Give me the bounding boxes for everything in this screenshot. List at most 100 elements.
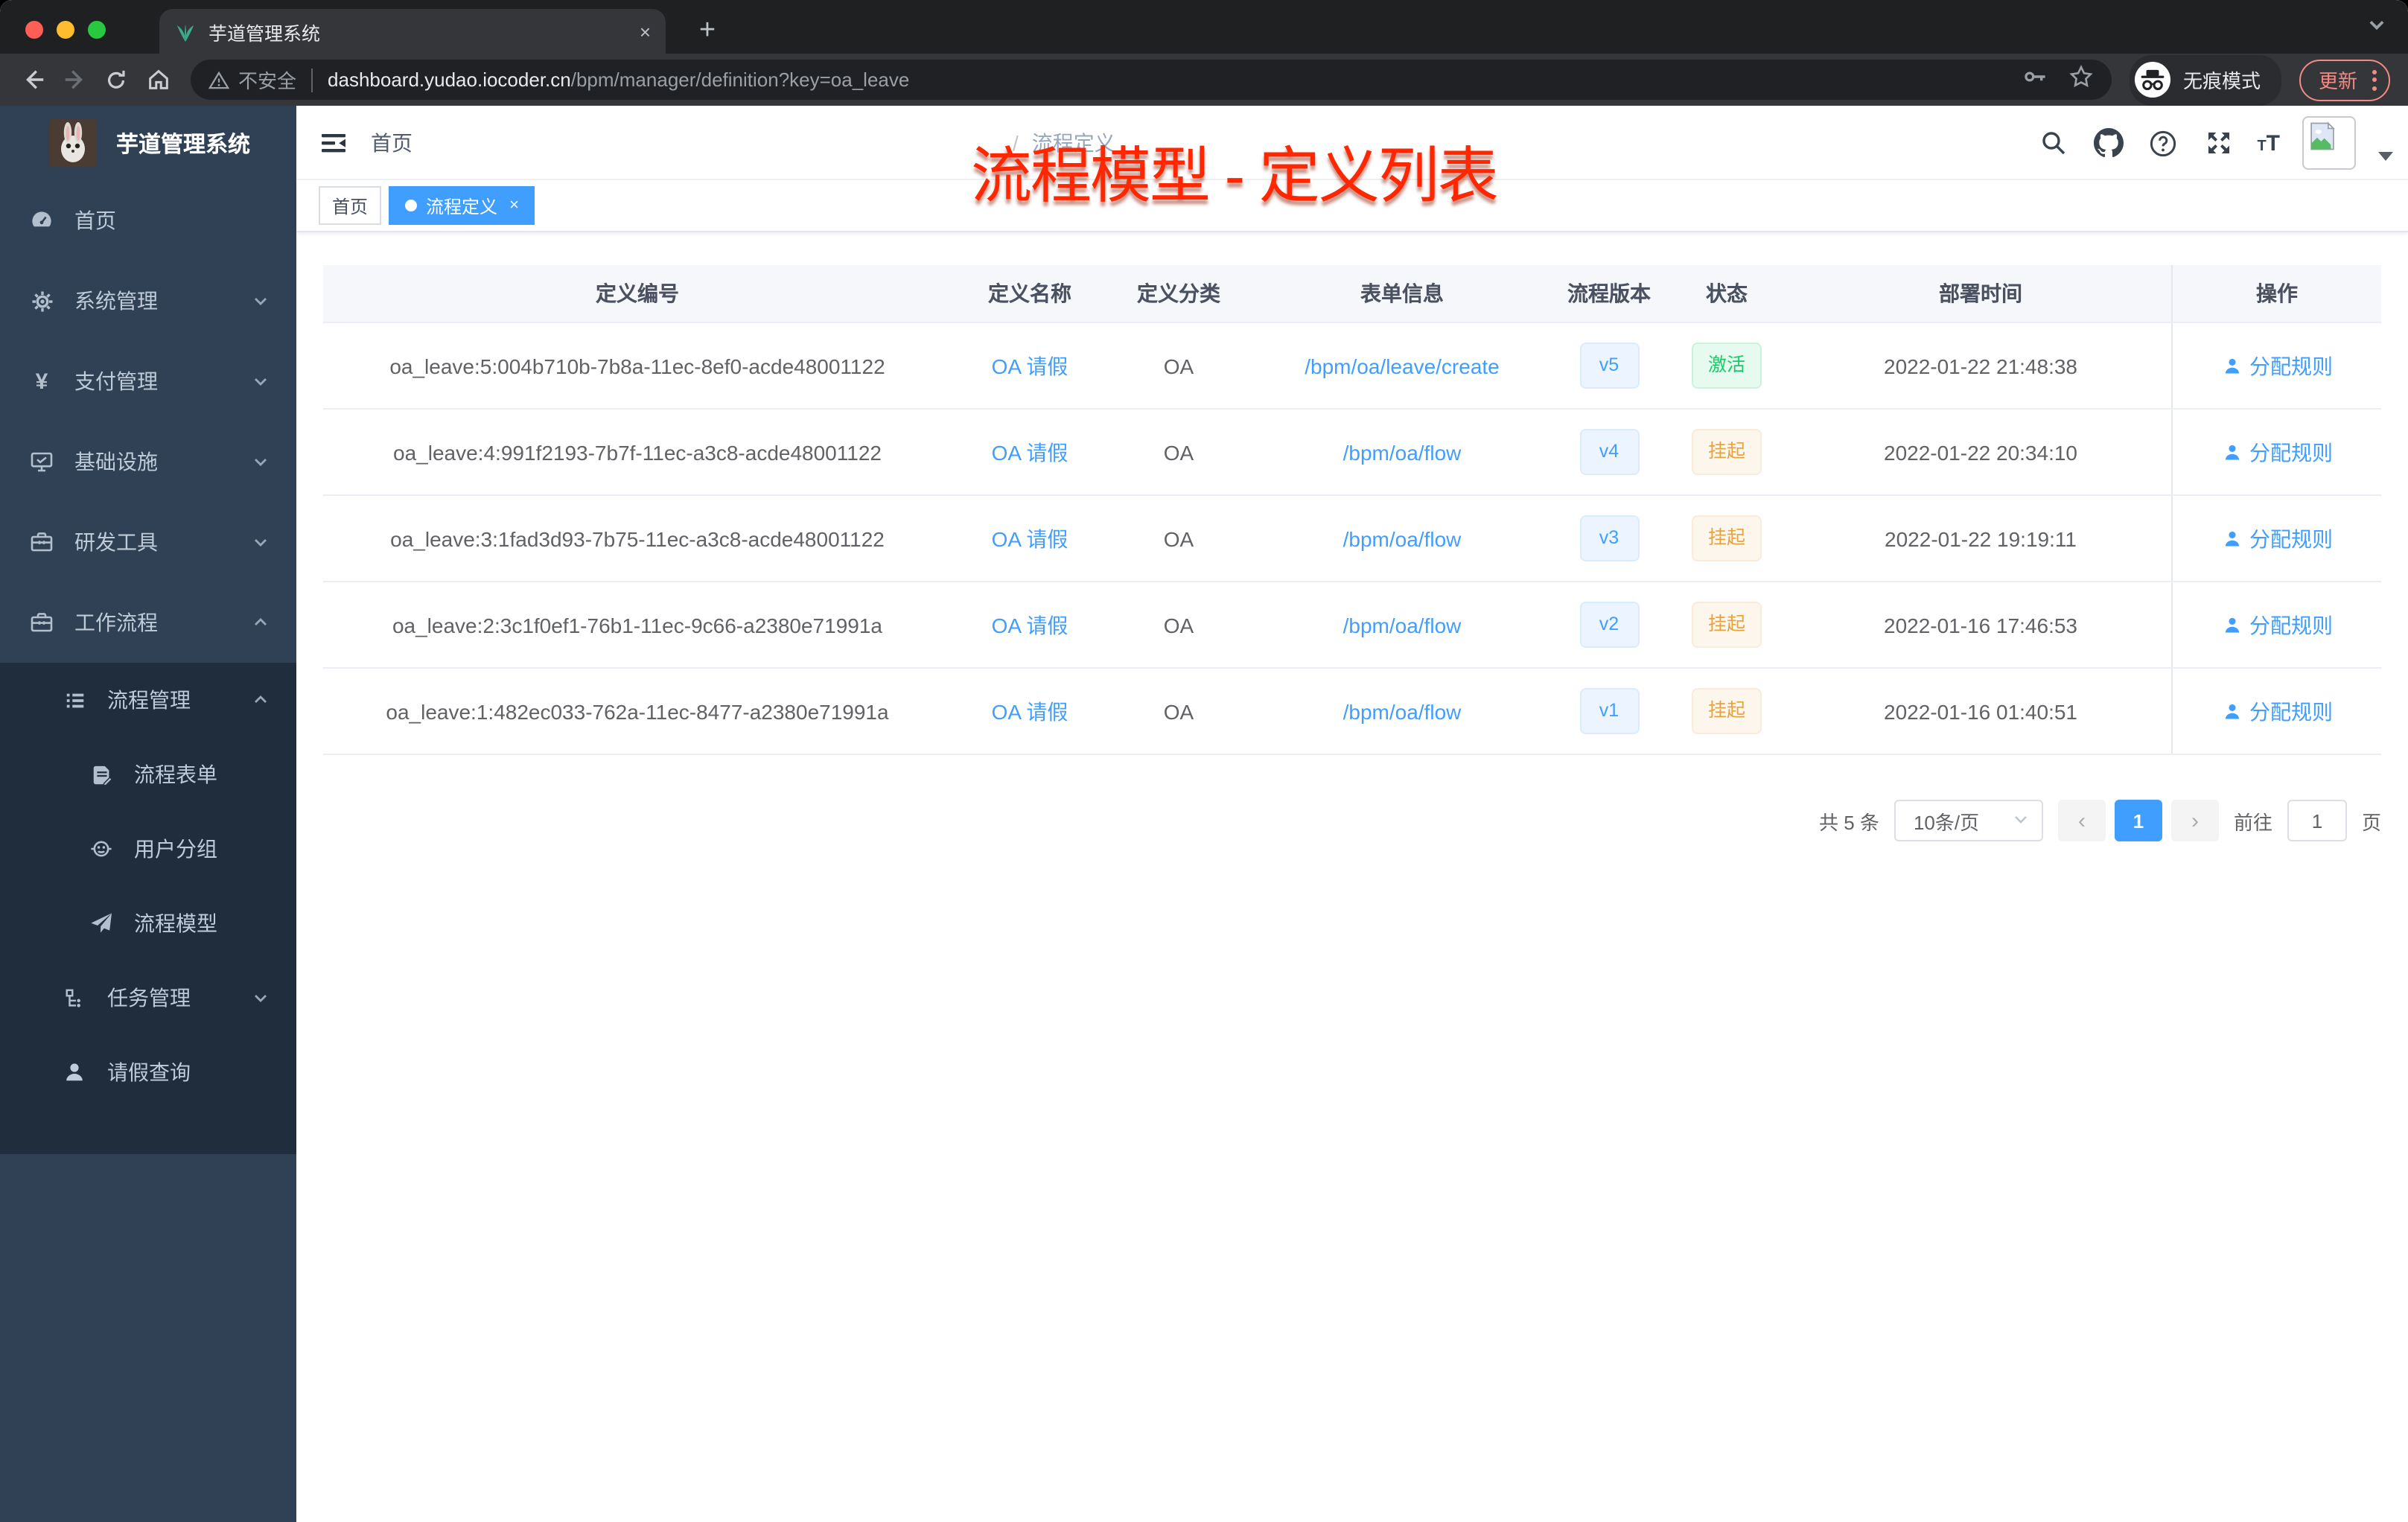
home-button[interactable] [137, 59, 179, 101]
new-tab-button[interactable]: + [688, 12, 727, 51]
form-link[interactable]: /bpm/oa/flow [1343, 526, 1462, 550]
form-link[interactable]: /bpm/oa/flow [1343, 440, 1462, 464]
form-link[interactable]: /bpm/oa/flow [1343, 699, 1462, 723]
not-secure-label[interactable]: 不安全 [238, 66, 296, 94]
fullscreen-icon[interactable] [2202, 127, 2235, 159]
page-size-select[interactable]: 10条/页 [1893, 800, 2043, 841]
search-icon[interactable] [2036, 127, 2069, 159]
robot-face-icon [89, 837, 113, 861]
sidebar-logo[interactable]: 芋道管理系统 [0, 106, 296, 180]
assign-rule-label: 分配规则 [2249, 354, 2333, 378]
person-icon [2224, 617, 2239, 632]
app-title: 芋道管理系统 [116, 132, 251, 157]
tag-label: 流程定义 [426, 196, 498, 217]
assign-rule-link[interactable]: 分配规则 [2221, 696, 2333, 726]
document-edit-icon [89, 762, 113, 786]
goto-page-input[interactable] [2287, 800, 2347, 841]
font-size-icon[interactable]: TT [2257, 130, 2280, 156]
sidebar-item-label: 流程管理 [107, 688, 191, 712]
url-text[interactable]: dashboard.yudao.iocoder.cn/bpm/manager/d… [328, 69, 2007, 91]
col-header-version: 流程版本 [1567, 281, 1651, 305]
person-icon [2224, 357, 2239, 373]
workflow-submenu: 流程管理 流程表单 用户分组 流程模型 任务管理 请假查询 [0, 663, 296, 1154]
avatar-dropdown-caret-icon[interactable] [2378, 152, 2393, 161]
sidebar-item-payment[interactable]: ¥ 支付管理 [0, 341, 296, 421]
prev-page-button[interactable]: ‹ [2057, 800, 2106, 841]
avatar[interactable] [2302, 116, 2356, 170]
col-header-form: 表单信息 [1360, 281, 1444, 305]
definition-name-link[interactable]: OA 请假 [992, 523, 1068, 553]
chrome-update-button[interactable]: 更新 [2299, 59, 2390, 101]
table-row: oa_leave:2:3c1f0ef1-76b1-11ec-9c66-a2380… [323, 582, 2381, 669]
page-number-button[interactable]: 1 [2114, 800, 2162, 841]
minimize-window-button[interactable] [57, 21, 74, 39]
sidebar-item-home[interactable]: 首页 [0, 180, 296, 261]
sidebar-item-label: 基础设施 [74, 450, 158, 474]
tags-view: 首页 流程定义 × [296, 180, 2408, 232]
help-question-icon[interactable] [2147, 127, 2179, 159]
definition-name-link[interactable]: OA 请假 [992, 351, 1068, 380]
sidebar-item-label: 任务管理 [107, 986, 191, 1010]
saved-password-key-icon[interactable] [2022, 63, 2048, 96]
incognito-badge: 无痕模式 [2129, 54, 2281, 105]
definition-category: OA [1163, 613, 1194, 637]
url-bar[interactable]: 不安全 dashboard.yudao.iocoder.cn/bpm/manag… [191, 60, 2112, 100]
browser-tab[interactable]: 芋道管理系统 × [159, 9, 666, 54]
tab-search-chevron-icon[interactable] [2366, 15, 2387, 43]
zoom-window-button[interactable] [88, 21, 106, 39]
toolbox-icon [30, 530, 54, 554]
form-link[interactable]: /bpm/oa/flow [1343, 613, 1462, 637]
chevron-down-icon [2012, 809, 2030, 832]
reload-button[interactable] [95, 59, 137, 101]
browser-menu-icon[interactable] [2372, 69, 2377, 90]
sidebar: 芋道管理系统 首页 系统管理 ¥ 支付管理 基础设施 研发工具 工作流程 流程管… [0, 106, 296, 1522]
sidebar-item-process-mgmt[interactable]: 流程管理 [0, 663, 296, 737]
paper-plane-icon [89, 911, 113, 935]
tag-home[interactable]: 首页 [319, 186, 382, 225]
deploy-time: 2022-01-22 20:34:10 [1884, 440, 2077, 464]
sidebar-item-user-group[interactable]: 用户分组 [0, 812, 296, 886]
sidebar-item-system[interactable]: 系统管理 [0, 261, 296, 341]
breadcrumb-current: 流程定义 [1031, 130, 1115, 154]
sidebar-item-task-mgmt[interactable]: 任务管理 [0, 961, 296, 1035]
assign-rule-link[interactable]: 分配规则 [2221, 610, 2333, 640]
assign-rule-link[interactable]: 分配规则 [2221, 523, 2333, 553]
col-header-status: 状态 [1706, 281, 1748, 305]
tag-close-icon[interactable]: × [509, 197, 519, 214]
next-page-button[interactable]: › [2170, 800, 2219, 841]
tab-close-icon[interactable]: × [640, 20, 651, 42]
deploy-time: 2022-01-22 21:48:38 [1884, 354, 2077, 378]
assign-rule-label: 分配规则 [2249, 440, 2333, 464]
sidebar-collapse-button[interactable] [296, 127, 371, 157]
sidebar-item-devtools[interactable]: 研发工具 [0, 502, 296, 582]
definition-name-link[interactable]: OA 请假 [992, 696, 1068, 726]
definition-name-link[interactable]: OA 请假 [992, 437, 1068, 467]
sidebar-item-process-form[interactable]: 流程表单 [0, 737, 296, 812]
update-label: 更新 [2318, 70, 2357, 92]
definition-table: 定义编号 定义名称 定义分类 表单信息 流程版本 状态 部署时间 操作 oa_l… [323, 265, 2381, 755]
assign-rule-link[interactable]: 分配规则 [2221, 437, 2333, 467]
breadcrumb-home[interactable]: 首页 [371, 127, 999, 157]
sidebar-item-leave-query[interactable]: 请假查询 [0, 1035, 296, 1109]
assign-rule-link[interactable]: 分配规则 [2221, 351, 2333, 380]
sidebar-item-process-model[interactable]: 流程模型 [0, 886, 296, 961]
table-row: oa_leave:5:004b710b-7b8a-11ec-8ef0-acde4… [323, 323, 2381, 410]
col-header-name: 定义名称 [988, 281, 1071, 305]
chevron-down-icon [252, 372, 270, 390]
breadcrumb: 首页 / 流程定义 [371, 127, 1188, 157]
sidebar-item-label: 首页 [74, 208, 116, 232]
definition-name-link[interactable]: OA 请假 [992, 610, 1068, 640]
sidebar-item-workflow[interactable]: 工作流程 [0, 582, 296, 663]
sidebar-item-infra[interactable]: 基础设施 [0, 421, 296, 502]
app-navbar: 首页 / 流程定义 TT [296, 106, 2408, 180]
close-window-button[interactable] [25, 21, 43, 39]
person-icon [2224, 444, 2239, 459]
github-icon[interactable] [2092, 127, 2124, 159]
form-link[interactable]: /bpm/oa/leave/create [1305, 354, 1500, 378]
goto-unit: 页 [2361, 811, 2381, 833]
bookmark-star-icon[interactable] [2068, 63, 2094, 96]
incognito-label: 无痕模式 [2182, 70, 2261, 92]
forward-button[interactable] [54, 59, 95, 101]
back-button[interactable] [12, 59, 54, 101]
tag-process-definition[interactable]: 流程定义 × [389, 186, 535, 225]
